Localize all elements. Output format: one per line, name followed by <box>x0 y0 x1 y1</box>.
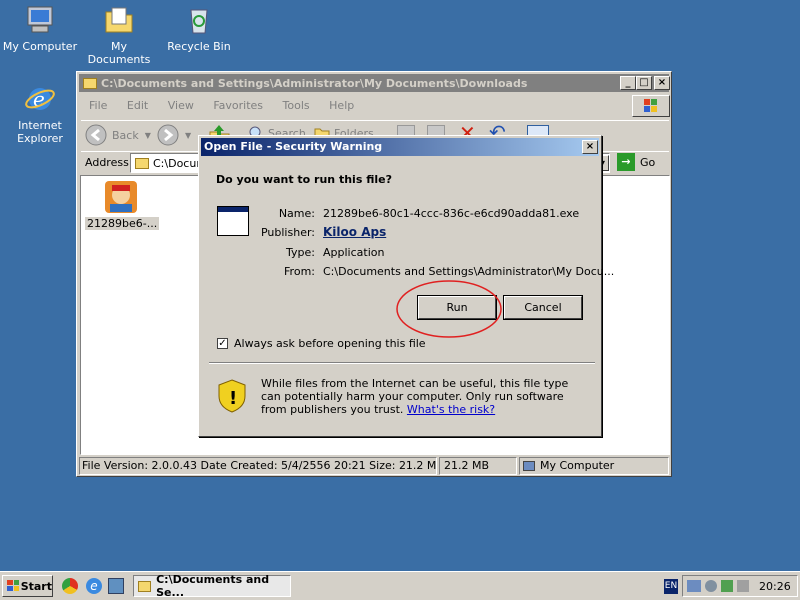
folder-icon <box>135 157 149 169</box>
taskbar: Start e C:\Documents and Se... EN 20:26 <box>0 571 800 600</box>
highlight-circle <box>396 280 502 338</box>
quicklaunch-media-icon[interactable] <box>108 578 124 594</box>
menu-tools[interactable]: Tools <box>283 99 310 112</box>
status-bar: File Version: 2.0.0.43 Date Created: 5/4… <box>79 457 669 475</box>
taskbar-explorer-task[interactable]: C:\Documents and Se... <box>133 573 291 599</box>
maximize-button[interactable]: □ <box>636 76 652 90</box>
from-label: From: <box>284 265 315 278</box>
app-icon <box>105 181 137 213</box>
tray-icon[interactable] <box>737 580 749 592</box>
type-label: Type: <box>286 246 315 259</box>
desktop-icon-label: Recycle Bin <box>167 40 231 53</box>
desktop-icon-my-computer[interactable]: My Computer <box>0 4 80 53</box>
forward-arrow-icon <box>157 124 179 146</box>
dialog-title: Open File - Security Warning <box>204 140 383 153</box>
menu-file[interactable]: File <box>89 99 107 112</box>
quicklaunch-ie-icon[interactable]: e <box>86 578 102 594</box>
recycle-bin-icon <box>183 4 215 36</box>
file-item[interactable]: 21289be6-... <box>85 180 160 230</box>
always-ask-checkbox[interactable]: ✓ Always ask before opening this file <box>217 337 426 350</box>
clock[interactable]: 20:26 <box>759 580 791 593</box>
warning-text-block: While files from the Internet can be use… <box>261 377 581 416</box>
system-tray: 20:26 <box>682 575 798 597</box>
desktop-icon-label: Internet Explorer <box>17 119 63 145</box>
internet-explorer-icon: e <box>24 83 56 115</box>
go-button[interactable]: → Go <box>617 153 655 171</box>
windows-logo-icon <box>7 580 19 591</box>
warning-shield-icon: ! <box>217 379 247 416</box>
status-info: File Version: 2.0.0.43 Date Created: 5/4… <box>79 457 437 475</box>
status-size: 21.2 MB <box>439 457 517 475</box>
close-button[interactable]: × <box>654 76 670 90</box>
status-zone: My Computer <box>519 457 669 475</box>
quicklaunch-chrome-icon[interactable] <box>62 578 78 594</box>
back-arrow-icon <box>85 124 107 146</box>
my-computer-icon <box>24 4 56 36</box>
dialog-question: Do you want to run this file? <box>216 173 392 186</box>
publisher-link[interactable]: Kiloo Aps <box>323 225 386 239</box>
back-button[interactable]: Back ▼ <box>85 124 151 146</box>
windows-logo-icon <box>632 95 670 117</box>
name-value: 21289be6-80c1-4ccc-836c-e6cd90adda81.exe <box>323 207 580 220</box>
forward-button[interactable]: ▼ <box>157 124 191 146</box>
dialog-separator <box>209 362 595 364</box>
menu-help[interactable]: Help <box>329 99 354 112</box>
tray-icon[interactable] <box>705 580 717 592</box>
menu-bar: File Edit View Favorites Tools Help <box>89 99 370 112</box>
folder-icon <box>83 77 97 89</box>
desktop-icon-label: My Computer <box>2 40 78 53</box>
desktop-icon-my-documents[interactable]: My Documents <box>79 4 159 66</box>
menu-favorites[interactable]: Favorites <box>213 99 263 112</box>
desktop-icon-label: My Documents <box>87 40 151 66</box>
go-arrow-icon: → <box>617 153 635 171</box>
application-icon <box>217 206 249 236</box>
start-button[interactable]: Start <box>2 575 53 597</box>
type-value: Application <box>323 246 385 259</box>
network-icon[interactable] <box>687 580 701 592</box>
from-value: C:\Documents and Settings\Administrator\… <box>323 265 615 278</box>
checkbox-check-icon: ✓ <box>217 338 228 349</box>
svg-text:!: ! <box>229 388 237 409</box>
dialog-titlebar[interactable]: Open File - Security Warning <box>201 138 599 156</box>
minimize-button[interactable]: _ <box>620 76 636 90</box>
language-indicator[interactable]: EN <box>664 579 678 594</box>
my-documents-icon <box>103 4 135 36</box>
tray-icon[interactable] <box>721 580 733 592</box>
security-warning-dialog: Open File - Security Warning × Do you wa… <box>198 135 614 437</box>
address-label: Address <box>85 156 129 169</box>
explorer-titlebar[interactable]: C:\Documents and Settings\Administrator\… <box>79 74 669 92</box>
desktop-icon-recycle-bin[interactable]: Recycle Bin <box>159 4 239 53</box>
desktop-icon-internet-explorer[interactable]: e Internet Explorer <box>0 83 80 145</box>
cancel-button[interactable]: Cancel <box>503 295 583 320</box>
menu-view[interactable]: View <box>168 99 194 112</box>
dialog-close-button[interactable]: × <box>582 140 598 154</box>
name-label: Name: <box>278 207 315 220</box>
risk-link[interactable]: What's the risk? <box>407 403 495 416</box>
publisher-label: Publisher: <box>260 226 315 239</box>
my-computer-icon <box>523 461 535 471</box>
explorer-title: C:\Documents and Settings\Administrator\… <box>101 76 528 90</box>
folder-icon <box>138 580 152 592</box>
menu-edit[interactable]: Edit <box>127 99 148 112</box>
